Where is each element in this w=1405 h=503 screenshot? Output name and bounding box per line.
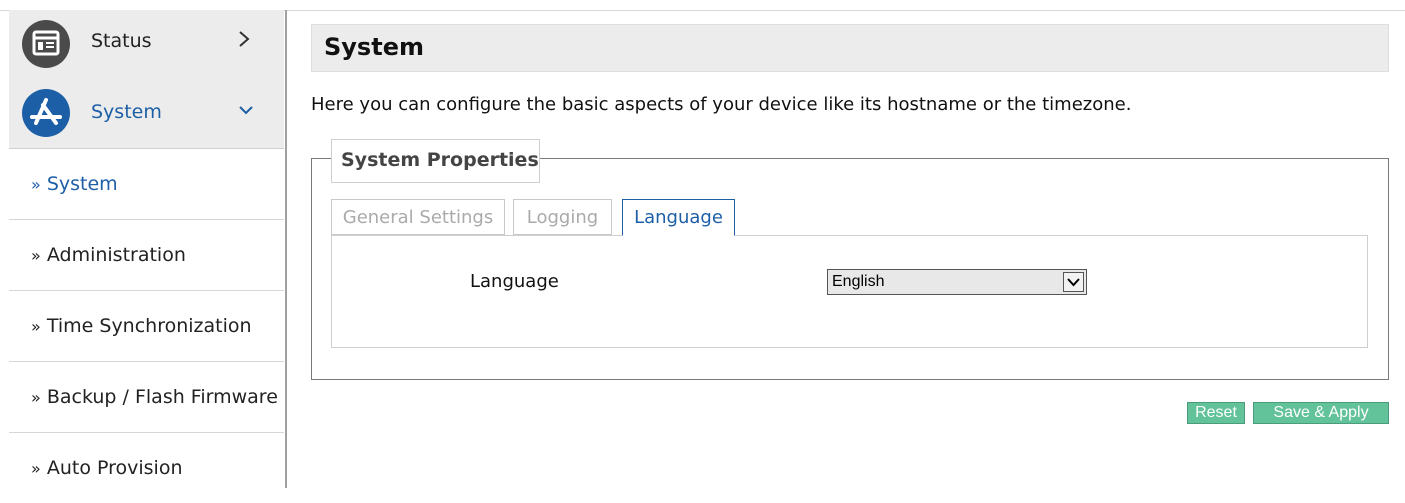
tab-label: Language [634, 207, 723, 228]
sidebar-subitem-backup-flash-firmware[interactable]: » Backup / Flash Firmware [9, 362, 284, 433]
save-apply-button[interactable]: Save & Apply [1253, 402, 1389, 424]
tab-general-settings[interactable]: General Settings [331, 199, 505, 235]
sidebar-subitem-auto-provision[interactable]: » Auto Provision [9, 433, 284, 503]
tab-logging[interactable]: Logging [513, 199, 612, 235]
chevron-down-icon [237, 100, 255, 124]
sidebar-subitem-administration[interactable]: » Administration [9, 220, 284, 291]
page-title: System [324, 33, 424, 61]
sidebar-subitem-label: » Backup / Flash Firmware [31, 386, 278, 408]
language-label: Language [470, 271, 559, 292]
sidebar-item-label: System [91, 101, 162, 123]
fieldset-legend: System Properties [331, 139, 540, 183]
sidebar-subitem-label: » Auto Provision [31, 457, 183, 479]
reset-button[interactable]: Reset [1187, 402, 1245, 424]
chevron-right-icon [237, 28, 251, 55]
legend-text: System Properties [341, 149, 539, 171]
status-panel-icon [22, 20, 70, 68]
tab-label: General Settings [342, 207, 494, 228]
sidebar-item-status[interactable]: Status [9, 10, 284, 79]
sidebar-subitem-label: » System [31, 173, 118, 195]
page-header: System [311, 24, 1389, 72]
sidebar-subitem-label: » Administration [31, 244, 186, 266]
sidebar-subitem-time-synchronization[interactable]: » Time Synchronization [9, 291, 284, 362]
app-store-icon [22, 89, 70, 137]
sidebar-item-label: Status [91, 30, 152, 52]
sidebar-subitem-label: » Time Synchronization [31, 315, 252, 337]
page-description: Here you can configure the basic aspects… [311, 94, 1132, 115]
sidebar-subitem-system[interactable]: » System [9, 149, 284, 220]
sidebar-item-system[interactable]: System [9, 78, 284, 149]
chevron-down-icon[interactable] [1063, 272, 1084, 292]
tab-language[interactable]: Language [622, 199, 735, 236]
sidebar: Status System » System » Administration … [9, 10, 287, 503]
language-select[interactable]: English [827, 269, 1087, 295]
language-select-value: English [832, 273, 885, 290]
tab-label: Logging [526, 207, 599, 228]
